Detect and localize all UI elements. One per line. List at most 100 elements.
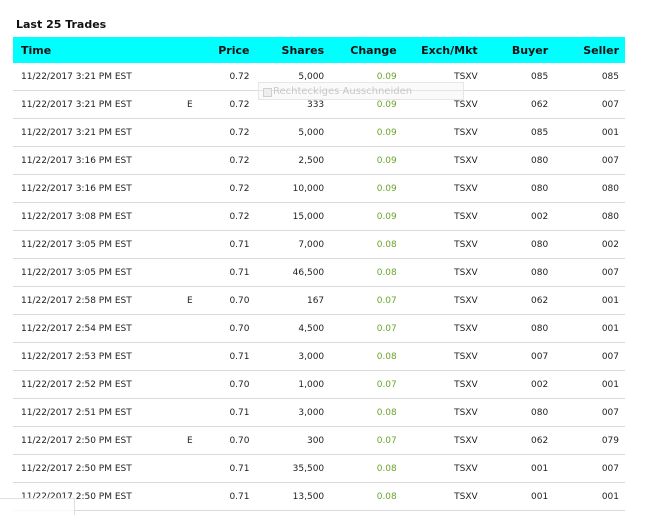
cell-price: 0.72 — [202, 146, 250, 175]
snip-icon — [263, 88, 272, 97]
column-header-price[interactable]: Price — [203, 37, 249, 63]
cell-time: 11/22/2017 3:05 PM EST — [13, 230, 177, 259]
cell-shares: 3,000 — [249, 342, 325, 371]
cell-seller: 007 — [548, 342, 625, 371]
cell-change: 0.08 — [324, 454, 397, 483]
cell-price: 0.71 — [202, 454, 250, 483]
cell-time: 11/22/2017 3:16 PM EST — [13, 146, 177, 175]
cell-exch: TSXV — [396, 118, 478, 147]
cell-buyer: 007 — [477, 342, 549, 371]
cell-time: 11/22/2017 2:52 PM EST — [13, 370, 177, 399]
table-row: 11/22/2017 2:52 PM EST 0.70 1,000 0.07 TSXV 0… — [13, 370, 625, 399]
cell-seller: 080 — [548, 202, 625, 231]
column-header-exch[interactable]: Exch/Mkt — [397, 37, 478, 63]
cell-exch: TSXV — [396, 454, 478, 483]
cell-price: 0.72 — [202, 90, 250, 119]
cell-shares: 1,000 — [249, 370, 325, 399]
cell-exch: TSXV — [396, 258, 478, 287]
table-row: 11/22/2017 2:51 PM EST 0.71 3,000 0.08 TSXV 0… — [13, 398, 625, 427]
cell-buyer: 080 — [477, 258, 549, 287]
cell-exch: TSXV — [396, 230, 478, 259]
cell-change: 0.07 — [324, 426, 397, 455]
cell-shares: 3,000 — [249, 398, 325, 427]
table-row: 11/22/2017 2:54 PM EST 0.70 4,500 0.07 TSXV 0… — [13, 314, 625, 343]
cell-exch: TSXV — [396, 342, 478, 371]
cell-buyer: 085 — [477, 63, 549, 91]
cell-time: 11/22/2017 2:50 PM EST — [13, 426, 177, 455]
cell-flag — [176, 314, 203, 343]
page-title: Last 25 Trades — [16, 18, 107, 31]
cell-buyer: 062 — [477, 426, 549, 455]
cell-flag — [176, 398, 203, 427]
cell-price: 0.72 — [202, 63, 250, 91]
cell-flag — [176, 174, 203, 203]
cell-flag — [176, 202, 203, 231]
cell-price: 0.71 — [202, 258, 250, 287]
cell-change: 0.09 — [324, 146, 397, 175]
corner-overlay — [0, 498, 75, 515]
cell-seller: 002 — [548, 230, 625, 259]
cell-exch: TSXV — [396, 426, 478, 455]
cell-time: 11/22/2017 3:08 PM EST — [13, 202, 177, 231]
cell-shares: 2,500 — [249, 146, 325, 175]
cell-seller: 085 — [548, 63, 625, 91]
table-header: Time Price Shares Change Exch/Mkt Buyer … — [13, 37, 625, 63]
cell-seller: 079 — [548, 426, 625, 455]
cell-price: 0.72 — [202, 202, 250, 231]
cell-price: 0.71 — [202, 482, 250, 511]
column-header-shares[interactable]: Shares — [249, 37, 325, 63]
cell-time: 11/22/2017 3:16 PM EST — [13, 174, 177, 203]
cell-seller: 007 — [548, 454, 625, 483]
snip-tooltip-label: Rechteckiges Ausschneiden — [273, 86, 413, 97]
cell-shares: 46,500 — [249, 258, 325, 287]
table-row: 11/22/2017 3:21 PM EST 0.72 5,000 0.09 TSXV 0… — [13, 118, 625, 147]
cell-shares: 7,000 — [249, 230, 325, 259]
table-row: 11/22/2017 2:50 PM EST 0.71 35,500 0.08 TSXV… — [13, 454, 625, 483]
cell-seller: 001 — [548, 286, 625, 315]
snip-tooltip: Rechteckiges Ausschneiden — [258, 82, 464, 100]
cell-change: 0.09 — [324, 118, 397, 147]
cell-change: 0.08 — [324, 258, 397, 287]
column-header-time[interactable]: Time — [13, 37, 177, 63]
column-header-seller[interactable]: Seller — [548, 37, 625, 63]
cell-flag — [176, 454, 203, 483]
trades-table: Time Price Shares Change Exch/Mkt Buyer … — [13, 37, 625, 511]
cell-change: 0.07 — [324, 286, 397, 315]
cell-buyer: 080 — [477, 146, 549, 175]
cell-time: 11/22/2017 3:21 PM EST — [13, 90, 177, 119]
cell-shares: 15,000 — [249, 202, 325, 231]
cell-buyer: 080 — [477, 174, 549, 203]
header-row: Time Price Shares Change Exch/Mkt Buyer … — [13, 37, 625, 63]
cell-flag — [176, 342, 203, 371]
cell-seller: 007 — [548, 258, 625, 287]
cell-time: 11/22/2017 2:58 PM EST — [13, 286, 177, 315]
cell-seller: 007 — [548, 398, 625, 427]
cell-time: 11/22/2017 2:50 PM EST — [13, 454, 177, 483]
cell-flag — [176, 146, 203, 175]
cell-buyer: 062 — [477, 286, 549, 315]
cell-exch: TSXV — [396, 286, 478, 315]
cell-seller: 007 — [548, 90, 625, 119]
cell-time: 11/22/2017 3:21 PM EST — [13, 63, 177, 91]
cell-time: 11/22/2017 2:53 PM EST — [13, 342, 177, 371]
cell-buyer: 080 — [477, 230, 549, 259]
cell-price: 0.70 — [202, 370, 250, 399]
cell-change: 0.08 — [324, 342, 397, 371]
cell-flag: E — [176, 90, 203, 119]
cell-flag: E — [176, 286, 203, 315]
cell-buyer: 085 — [477, 118, 549, 147]
cell-change: 0.07 — [324, 370, 397, 399]
cell-exch: TSXV — [396, 482, 478, 511]
cell-shares: 10,000 — [249, 174, 325, 203]
table-row: 11/22/2017 3:05 PM EST 0.71 7,000 0.08 TSXV 0… — [13, 230, 625, 259]
cell-buyer: 062 — [477, 90, 549, 119]
cell-seller: 007 — [548, 146, 625, 175]
column-header-buyer[interactable]: Buyer — [478, 37, 548, 63]
cell-time: 11/22/2017 3:05 PM EST — [13, 258, 177, 287]
cell-change: 0.09 — [324, 174, 397, 203]
cell-buyer: 080 — [477, 314, 549, 343]
column-header-change[interactable]: Change — [324, 37, 397, 63]
cell-price: 0.71 — [202, 230, 250, 259]
cell-flag — [176, 63, 203, 91]
cell-price: 0.72 — [202, 118, 250, 147]
